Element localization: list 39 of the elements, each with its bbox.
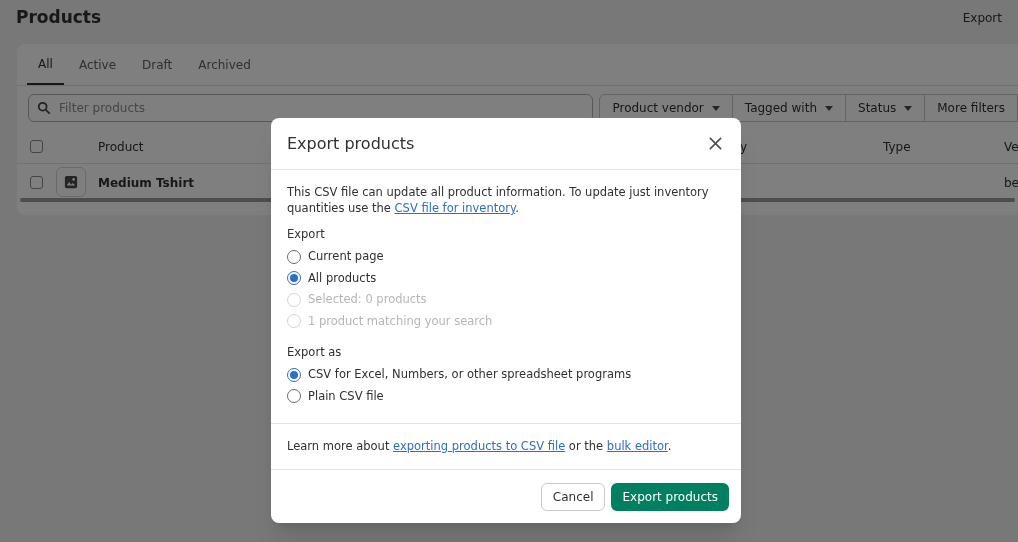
dialog-title: Export products	[287, 132, 415, 155]
filter-button[interactable]: Status	[846, 94, 926, 122]
group-label: Export	[287, 226, 326, 242]
radio-option[interactable]: Current page	[287, 246, 725, 268]
select-all-checkbox[interactable]	[30, 140, 43, 153]
help-link[interactable]: exporting products to CSV file	[393, 438, 566, 453]
help-text: Learn more about exporting products to CSV file or the bulk editor.	[287, 437, 672, 455]
product-name[interactable]: Medium Tshirt	[98, 174, 195, 192]
close-icon	[707, 136, 723, 151]
tab[interactable]: All	[27, 44, 64, 85]
help-link[interactable]: bulk editor	[606, 438, 668, 453]
export-link[interactable]: Export	[962, 9, 1002, 27]
search-field[interactable]: Filter products	[28, 94, 594, 122]
search-icon	[37, 101, 51, 115]
intro-text: This CSV file can update all product information. To update just inventory quantities use the CSV file for inventory.	[287, 184, 710, 216]
radio-option[interactable]: All products	[287, 267, 725, 289]
cancel-button[interactable]: Cancel	[540, 482, 606, 511]
column-header: Type	[883, 139, 911, 156]
column-header: y	[740, 139, 748, 156]
tab[interactable]: Archived	[187, 44, 262, 85]
caret-icon	[904, 105, 913, 111]
caret-icon	[825, 105, 833, 111]
page-title: Products	[16, 6, 102, 30]
radio-option[interactable]: CSV for Excel, Numbers, or other spreadsheet programs	[287, 364, 725, 386]
table-cell-text: be	[1004, 175, 1018, 192]
filter-button[interactable]: More filters	[925, 94, 1018, 122]
radio-option[interactable]: Plain CSV file	[287, 385, 725, 407]
filter-button[interactable]: Tagged with	[732, 94, 846, 122]
row-checkbox[interactable]	[30, 176, 43, 189]
column-header: Product	[98, 139, 144, 156]
radio-option: 1 product matching your search	[287, 310, 725, 332]
caret-icon	[711, 105, 720, 111]
export-button[interactable]: Export products	[611, 482, 729, 511]
column-header: Ve	[1004, 139, 1018, 156]
image-icon	[64, 175, 78, 189]
tab[interactable]: Draft	[131, 44, 184, 85]
radio-option: Selected: 0 products	[287, 289, 725, 311]
group-label: Export as	[287, 344, 343, 360]
tab[interactable]: Active	[67, 44, 127, 85]
